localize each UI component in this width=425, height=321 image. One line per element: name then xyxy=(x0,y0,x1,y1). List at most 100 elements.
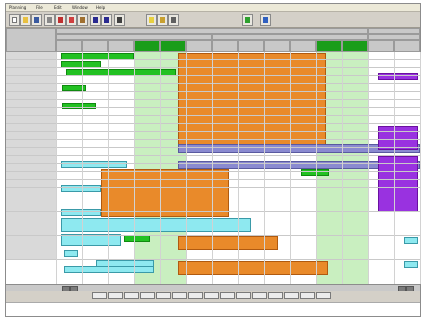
column-divider xyxy=(134,52,135,284)
row-divider xyxy=(6,83,420,84)
day-header xyxy=(212,40,238,52)
day-header xyxy=(186,40,212,52)
schedule-grid[interactable] xyxy=(6,28,421,288)
menu-file[interactable]: File xyxy=(36,5,43,10)
row-divider xyxy=(6,99,420,100)
redo-button[interactable] xyxy=(101,14,112,26)
column-divider xyxy=(394,52,395,284)
row-divider xyxy=(6,131,420,132)
filter-icon xyxy=(149,17,154,23)
resource-tab[interactable] xyxy=(124,292,139,299)
task-bar-violet[interactable] xyxy=(378,156,418,212)
task-bar-cyan[interactable] xyxy=(64,266,154,273)
row-divider xyxy=(6,163,420,164)
column-divider xyxy=(56,52,57,284)
resource-tab[interactable] xyxy=(220,292,235,299)
resource-tab[interactable] xyxy=(188,292,203,299)
task-bar-cyan[interactable] xyxy=(64,250,78,257)
column-divider xyxy=(186,52,187,284)
column-divider xyxy=(264,52,265,284)
column-divider xyxy=(160,52,161,284)
print-icon xyxy=(47,17,52,23)
day-header xyxy=(264,40,290,52)
task-bar-orange[interactable] xyxy=(178,236,278,250)
undo-button[interactable] xyxy=(90,14,101,26)
copy-button[interactable] xyxy=(66,14,77,26)
day-header xyxy=(368,40,394,52)
row-divider xyxy=(6,139,420,140)
lock-button[interactable] xyxy=(157,14,168,26)
row-divider xyxy=(6,211,420,212)
row-divider xyxy=(6,171,420,172)
timeline-navigation-bar[interactable] xyxy=(6,284,420,292)
new-button[interactable] xyxy=(9,14,20,26)
resource-tab[interactable] xyxy=(252,292,267,299)
row-divider xyxy=(6,123,420,124)
help-button[interactable] xyxy=(260,14,271,26)
menu-planning[interactable]: Planning xyxy=(9,5,26,10)
resource-tab[interactable] xyxy=(236,292,251,299)
row-divider xyxy=(6,75,420,76)
column-divider xyxy=(342,52,343,284)
resource-tab[interactable] xyxy=(140,292,155,299)
status-bar xyxy=(6,302,420,316)
resource-tab[interactable] xyxy=(268,292,283,299)
column-divider xyxy=(316,52,317,284)
resource-tab[interactable] xyxy=(316,292,331,299)
resource-tab[interactable] xyxy=(204,292,219,299)
resource-tab[interactable] xyxy=(108,292,123,299)
day-header-weekend xyxy=(134,40,160,52)
open-button[interactable] xyxy=(20,14,31,26)
column-divider xyxy=(238,52,239,284)
row-header[interactable] xyxy=(6,212,56,236)
day-header-weekend xyxy=(316,40,342,52)
task-bar-green[interactable] xyxy=(62,103,96,109)
task-bar-orange[interactable] xyxy=(178,261,328,275)
new-icon xyxy=(12,17,17,23)
column-divider xyxy=(290,52,291,284)
menu-edit[interactable]: Edit xyxy=(54,5,62,10)
undo-icon xyxy=(93,17,98,23)
lock-icon xyxy=(160,17,165,23)
task-bar-orange[interactable] xyxy=(178,53,326,153)
resource-tabs xyxy=(6,291,420,301)
task-bar-green[interactable] xyxy=(124,235,150,242)
menu-window[interactable]: Window xyxy=(72,5,88,10)
save-button[interactable] xyxy=(31,14,42,26)
find-button[interactable] xyxy=(168,14,179,26)
calendar-button[interactable] xyxy=(242,14,253,26)
row-header[interactable] xyxy=(6,236,56,260)
row-divider xyxy=(6,59,420,60)
row-header[interactable] xyxy=(6,188,56,212)
day-header xyxy=(290,40,316,52)
column-divider xyxy=(368,52,369,284)
calendar-icon xyxy=(245,17,250,23)
zoom-button[interactable] xyxy=(114,14,125,26)
redo-icon xyxy=(104,17,109,23)
column-divider xyxy=(82,52,83,284)
task-bar-cyan[interactable] xyxy=(404,237,418,244)
menu-bar: Planning File Edit Window Help xyxy=(6,4,420,12)
paste-button[interactable] xyxy=(77,14,88,26)
task-bar-cyan[interactable] xyxy=(404,261,418,268)
filter-button[interactable] xyxy=(146,14,157,26)
task-bar-orange[interactable] xyxy=(101,169,229,217)
resource-tab[interactable] xyxy=(300,292,315,299)
task-bar-cyan[interactable] xyxy=(61,218,251,232)
row-divider xyxy=(6,179,420,180)
day-header xyxy=(56,40,82,52)
resource-tab[interactable] xyxy=(92,292,107,299)
resource-tab[interactable] xyxy=(172,292,187,299)
row-divider xyxy=(6,67,420,68)
row-divider xyxy=(6,147,420,148)
day-header xyxy=(82,40,108,52)
resource-tab[interactable] xyxy=(156,292,171,299)
print-button[interactable] xyxy=(44,14,55,26)
row-divider xyxy=(6,155,420,156)
day-header xyxy=(238,40,264,52)
column-divider xyxy=(108,52,109,284)
resource-tab[interactable] xyxy=(284,292,299,299)
copy-icon xyxy=(69,17,74,23)
cut-button[interactable] xyxy=(55,14,66,26)
menu-help[interactable]: Help xyxy=(96,5,105,10)
